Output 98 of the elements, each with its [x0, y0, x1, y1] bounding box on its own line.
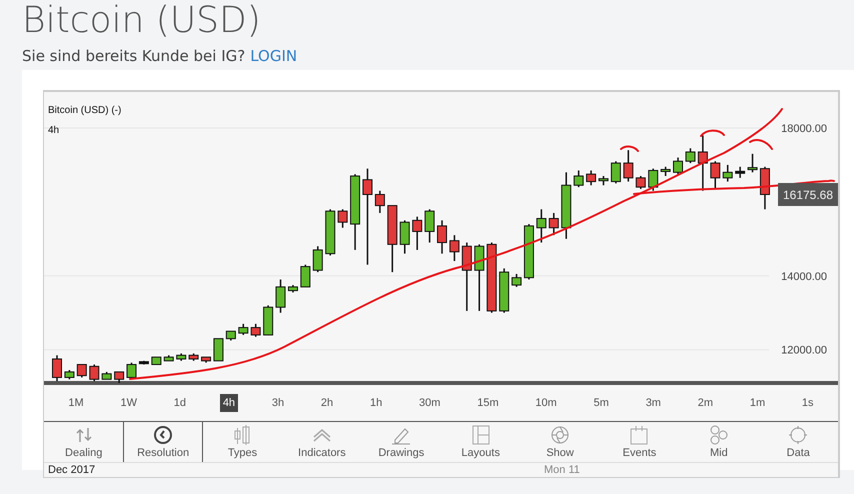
candlestick — [586, 170, 596, 186]
candlestick — [288, 285, 298, 292]
candlestick — [250, 324, 261, 337]
candlestick — [486, 242, 497, 313]
timeframe-tab[interactable]: 1d — [170, 394, 190, 412]
candlestick — [338, 209, 348, 228]
candlestick — [424, 209, 435, 243]
candlestick — [524, 224, 534, 280]
toolbar-button[interactable]: Layouts — [441, 422, 520, 462]
candlestick — [449, 235, 460, 262]
toolbar-button[interactable]: Indicators — [282, 422, 362, 462]
candlestick — [660, 166, 671, 176]
timeframe-tab[interactable]: 1h — [366, 394, 386, 412]
candlestick — [412, 216, 422, 250]
candlestick — [188, 353, 199, 361]
timeframe-tab[interactable]: 1s — [798, 394, 817, 412]
layout-icon — [470, 425, 492, 445]
candlestick — [276, 280, 286, 313]
candlestick — [312, 246, 323, 272]
candlestick — [325, 209, 336, 256]
candlestick — [499, 268, 510, 313]
candlestick — [201, 356, 212, 363]
candlestick — [151, 356, 162, 366]
candlestick — [52, 355, 62, 382]
timeframe-tab[interactable]: 5m — [590, 394, 612, 412]
toolbar-button[interactable]: Dealing — [44, 422, 124, 462]
candlestick — [673, 158, 683, 174]
candlestick — [374, 190, 385, 213]
candlestick — [760, 166, 770, 210]
axis-label: 14000.00 — [781, 270, 827, 283]
candlestick — [636, 176, 646, 189]
candlestick — [735, 166, 746, 178]
toolbar-button[interactable]: Events — [600, 422, 680, 462]
timeframe-tab[interactable]: 10m — [532, 394, 560, 412]
interval-label: 4h — [48, 125, 60, 136]
axis-label: 18000.00 — [781, 122, 827, 135]
candlestick — [548, 212, 559, 236]
candlestick — [685, 148, 696, 164]
toolbar-button[interactable]: Resolution — [123, 422, 203, 462]
login-prompt: Sie sind bereits Kunde bei IG? — [22, 47, 246, 65]
toolbar-button[interactable]: Data — [758, 422, 838, 462]
toolbar-button[interactable]: Mid — [679, 422, 759, 462]
timeframe-tab[interactable]: 30m — [416, 394, 444, 412]
candlestick — [238, 324, 248, 335]
toolbar-button[interactable]: Show — [520, 422, 600, 462]
timeframe-tab[interactable]: 1M — [65, 394, 87, 412]
calendar-icon — [628, 425, 650, 445]
candlestick — [400, 220, 410, 254]
price-tag: 16175.68 — [778, 183, 838, 206]
timeframe-tab[interactable]: 4h — [220, 394, 238, 412]
login-link[interactable]: LOGIN — [250, 47, 298, 65]
candlestick — [722, 164, 733, 182]
axis-label: 12000.00 — [781, 344, 827, 357]
candlestick — [536, 209, 546, 243]
candlestick — [164, 355, 174, 362]
candlestick — [437, 220, 448, 254]
candlestick — [102, 372, 112, 380]
aperture-icon — [549, 425, 572, 445]
candlestick — [598, 176, 608, 186]
candlestick — [462, 242, 472, 311]
timeframe-tab[interactable]: 2h — [318, 394, 336, 412]
timeframe-tab[interactable]: 2m — [694, 394, 716, 412]
candlestick — [226, 330, 236, 340]
candlestick — [574, 170, 584, 188]
candlestick — [474, 244, 484, 311]
timeframe-tab[interactable]: 3m — [642, 394, 664, 412]
candlestick — [710, 161, 720, 189]
candlestick — [623, 150, 634, 182]
axis-label: Mon 11 — [544, 464, 580, 476]
target-icon — [787, 425, 810, 445]
clock-icon — [152, 425, 174, 445]
candlestick — [126, 362, 137, 380]
circles-icon — [708, 425, 730, 445]
timeframe-tab[interactable]: 1m — [746, 394, 768, 412]
candlestick — [176, 353, 186, 361]
candlestick — [89, 364, 100, 382]
chart-title: Bitcoin (USD) (-) — [48, 105, 122, 116]
toolbar-button[interactable]: Drawings — [362, 422, 441, 462]
candlestick — [561, 172, 572, 239]
candlestick — [138, 360, 149, 365]
candlestick — [114, 371, 124, 383]
candlestick — [748, 154, 758, 172]
candlestick — [213, 338, 224, 362]
candlestick — [263, 305, 274, 336]
timeframe-tab[interactable]: 1W — [117, 394, 140, 412]
toolbar-button[interactable]: Types — [202, 422, 282, 462]
timeframe-tab[interactable]: 15m — [474, 394, 502, 412]
page-title: Bitcoin (USD) — [22, 0, 261, 42]
candlestick — [698, 135, 708, 191]
timeframe-tab[interactable]: 3h — [268, 394, 288, 412]
axis-label: Dec 2017 — [48, 464, 96, 476]
candlestick — [76, 364, 87, 378]
candlestick — [648, 168, 658, 191]
candlestick — [610, 161, 621, 184]
candlestick — [300, 264, 310, 288]
candlestick — [512, 274, 522, 287]
candlestick — [64, 370, 74, 380]
candlestick — [387, 205, 398, 272]
